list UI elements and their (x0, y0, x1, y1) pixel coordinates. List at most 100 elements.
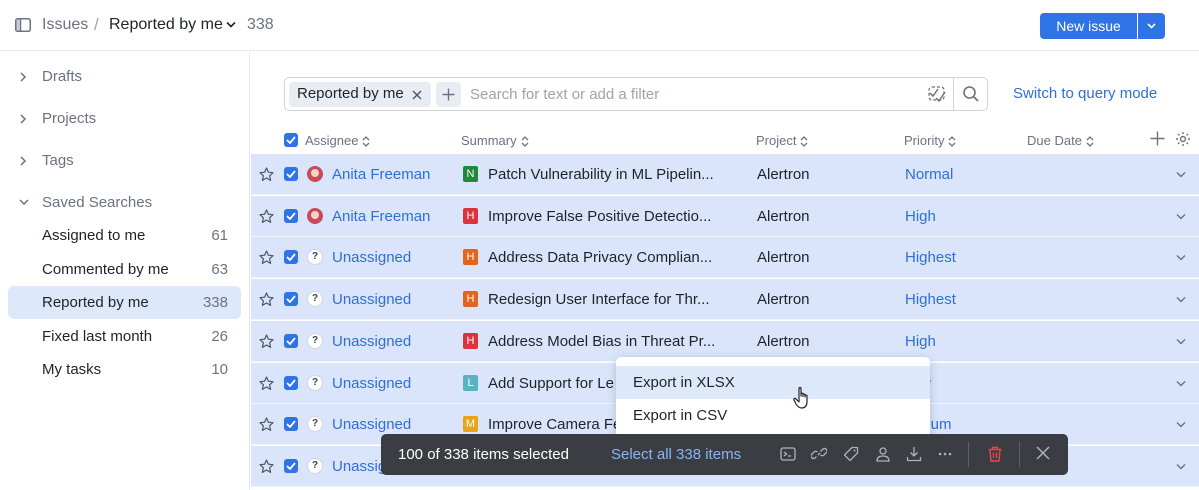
assignee-link[interactable]: Unassigned (332, 291, 411, 308)
sidebar-section-projects[interactable]: Projects (0, 104, 250, 134)
issue-priority[interactable]: Normal (905, 166, 953, 183)
saved-search-my-tasks[interactable]: My tasks 10 (8, 353, 241, 386)
chevron-down-icon[interactable] (1176, 421, 1186, 428)
close-icon[interactable] (1036, 446, 1050, 460)
switch-query-mode-link[interactable]: Switch to query mode (1013, 85, 1157, 102)
add-column-icon[interactable] (1150, 131, 1165, 146)
star-icon[interactable] (259, 417, 274, 432)
export-xlsx-item[interactable]: Export in XLSX (616, 366, 930, 399)
issue-priority[interactable]: High (905, 333, 936, 350)
star-icon[interactable] (259, 250, 274, 265)
new-issue-button[interactable]: New issue (1040, 13, 1137, 39)
command-icon[interactable] (780, 446, 796, 462)
row-checkbox[interactable] (284, 292, 298, 307)
avatar (307, 207, 323, 224)
assignee-link[interactable]: Unassig (332, 458, 386, 475)
star-icon[interactable] (259, 209, 274, 224)
filter-chip[interactable]: Reported by me (289, 82, 431, 107)
check-icon (286, 337, 296, 345)
unassigned-avatar-icon: ? (307, 457, 323, 474)
chevron-down-icon[interactable] (226, 21, 236, 28)
download-icon[interactable] (906, 446, 922, 462)
chevron-down-icon[interactable] (1176, 254, 1186, 261)
tag-icon[interactable] (843, 446, 859, 462)
saved-search-fixed-last-month[interactable]: Fixed last month 26 (8, 320, 241, 353)
select-all-link[interactable]: Select all 338 items (611, 446, 741, 463)
chevron-down-icon[interactable] (1176, 171, 1186, 178)
row-checkbox[interactable] (284, 417, 298, 432)
export-csv-item[interactable]: Export in CSV (616, 399, 930, 432)
trash-icon[interactable] (987, 446, 1003, 462)
row-checkbox[interactable] (284, 167, 298, 181)
column-header-summary[interactable]: Summary (461, 133, 529, 148)
spellcheck-icon[interactable] (928, 86, 946, 102)
table-row[interactable]: ? Unassigned H Address Model Bias in Threat… (251, 320, 1199, 362)
unassigned-avatar-icon: ? (307, 374, 323, 391)
issue-summary[interactable]: Improve Camera Fe (488, 416, 621, 433)
issue-summary[interactable]: Improve False Positive Detectio... (488, 208, 711, 225)
star-icon[interactable] (259, 334, 274, 349)
assignee-link[interactable]: Unassigned (332, 416, 411, 433)
link-icon[interactable] (811, 446, 827, 462)
add-filter-button[interactable] (436, 82, 461, 107)
table-row[interactable]: ? Unassigned H Address Data Privacy Complia… (251, 237, 1199, 279)
saved-search-reported-by-me[interactable]: Reported by me 338 (8, 286, 241, 319)
issue-priority[interactable]: Highest (905, 249, 956, 266)
chevron-down-icon[interactable] (1176, 213, 1186, 220)
new-issue-dropdown-button[interactable] (1138, 13, 1165, 39)
assignee-link[interactable]: Unassigned (332, 249, 411, 266)
search-icon[interactable] (962, 85, 980, 103)
assignee-link[interactable]: Unassigned (332, 333, 411, 350)
star-icon[interactable] (259, 459, 274, 474)
issue-summary[interactable]: Address Data Privacy Complian... (488, 249, 712, 266)
star-icon[interactable] (259, 375, 274, 391)
chevron-down-icon[interactable] (1176, 296, 1186, 303)
assignee-icon[interactable] (875, 446, 891, 462)
table-row[interactable]: Anita Freeman H Improve False Positive Det… (251, 195, 1199, 237)
sidebar-panel-icon[interactable] (15, 18, 31, 32)
assignee-link[interactable]: Unassigned (332, 375, 411, 392)
check-icon (286, 420, 296, 429)
chevron-down-icon[interactable] (1176, 380, 1186, 387)
star-icon[interactable] (259, 167, 274, 182)
sidebar-section-tags[interactable]: Tags (0, 146, 250, 176)
sidebar-section-saved-searches[interactable]: Saved Searches (0, 188, 250, 218)
column-header-assignee[interactable]: Assignee (305, 133, 370, 148)
issue-summary[interactable]: Add Support for Le (488, 375, 614, 392)
column-header-project[interactable]: Project (756, 133, 808, 148)
row-checkbox[interactable] (284, 375, 298, 390)
search-box[interactable]: Reported by me Search for text or add a … (284, 77, 988, 111)
issue-summary[interactable]: Redesign User Interface for Thr... (488, 291, 710, 308)
issue-summary[interactable]: Patch Vulnerability in ML Pipelin... (488, 166, 714, 183)
column-header-due-date[interactable]: Due Date (1027, 133, 1094, 148)
saved-search-assigned-to-me[interactable]: Assigned to me 61 (8, 219, 241, 252)
gear-icon[interactable] (1175, 131, 1191, 147)
select-all-checkbox[interactable] (284, 133, 298, 147)
assignee-link[interactable]: Anita Freeman (332, 166, 430, 183)
table-row[interactable]: ? Unassigned H Redesign User Interface for … (251, 279, 1199, 321)
row-checkbox[interactable] (284, 208, 298, 223)
column-header-priority[interactable]: Priority (904, 133, 956, 148)
star-icon[interactable] (259, 292, 274, 307)
chevron-down-icon[interactable] (1176, 463, 1186, 470)
sidebar-section-drafts[interactable]: Drafts (0, 62, 250, 92)
more-icon[interactable] (937, 446, 953, 462)
sort-icon (363, 136, 370, 147)
search-input[interactable]: Search for text or add a filter (470, 86, 659, 103)
row-checkbox[interactable] (284, 333, 298, 348)
saved-search-commented-by-me[interactable]: Commented by me 63 (8, 253, 241, 286)
chevron-down-icon (1147, 23, 1156, 29)
breadcrumb-issues[interactable]: Issues (42, 16, 88, 34)
close-icon[interactable] (412, 90, 422, 100)
sort-icon (521, 136, 529, 147)
issue-summary[interactable]: Address Model Bias in Threat Pr... (488, 333, 715, 350)
saved-search-count: 26 (211, 328, 228, 345)
row-checkbox[interactable] (284, 250, 298, 265)
table-row[interactable]: Anita Freeman N Patch Vulnerability in ML … (251, 154, 1199, 195)
assignee-link[interactable]: Anita Freeman (332, 208, 430, 225)
row-checkbox[interactable] (284, 458, 298, 473)
issue-priority[interactable]: High (905, 208, 936, 225)
page-title[interactable]: Reported by me (109, 16, 223, 34)
issue-priority[interactable]: Highest (905, 291, 956, 308)
chevron-down-icon[interactable] (1176, 338, 1186, 345)
